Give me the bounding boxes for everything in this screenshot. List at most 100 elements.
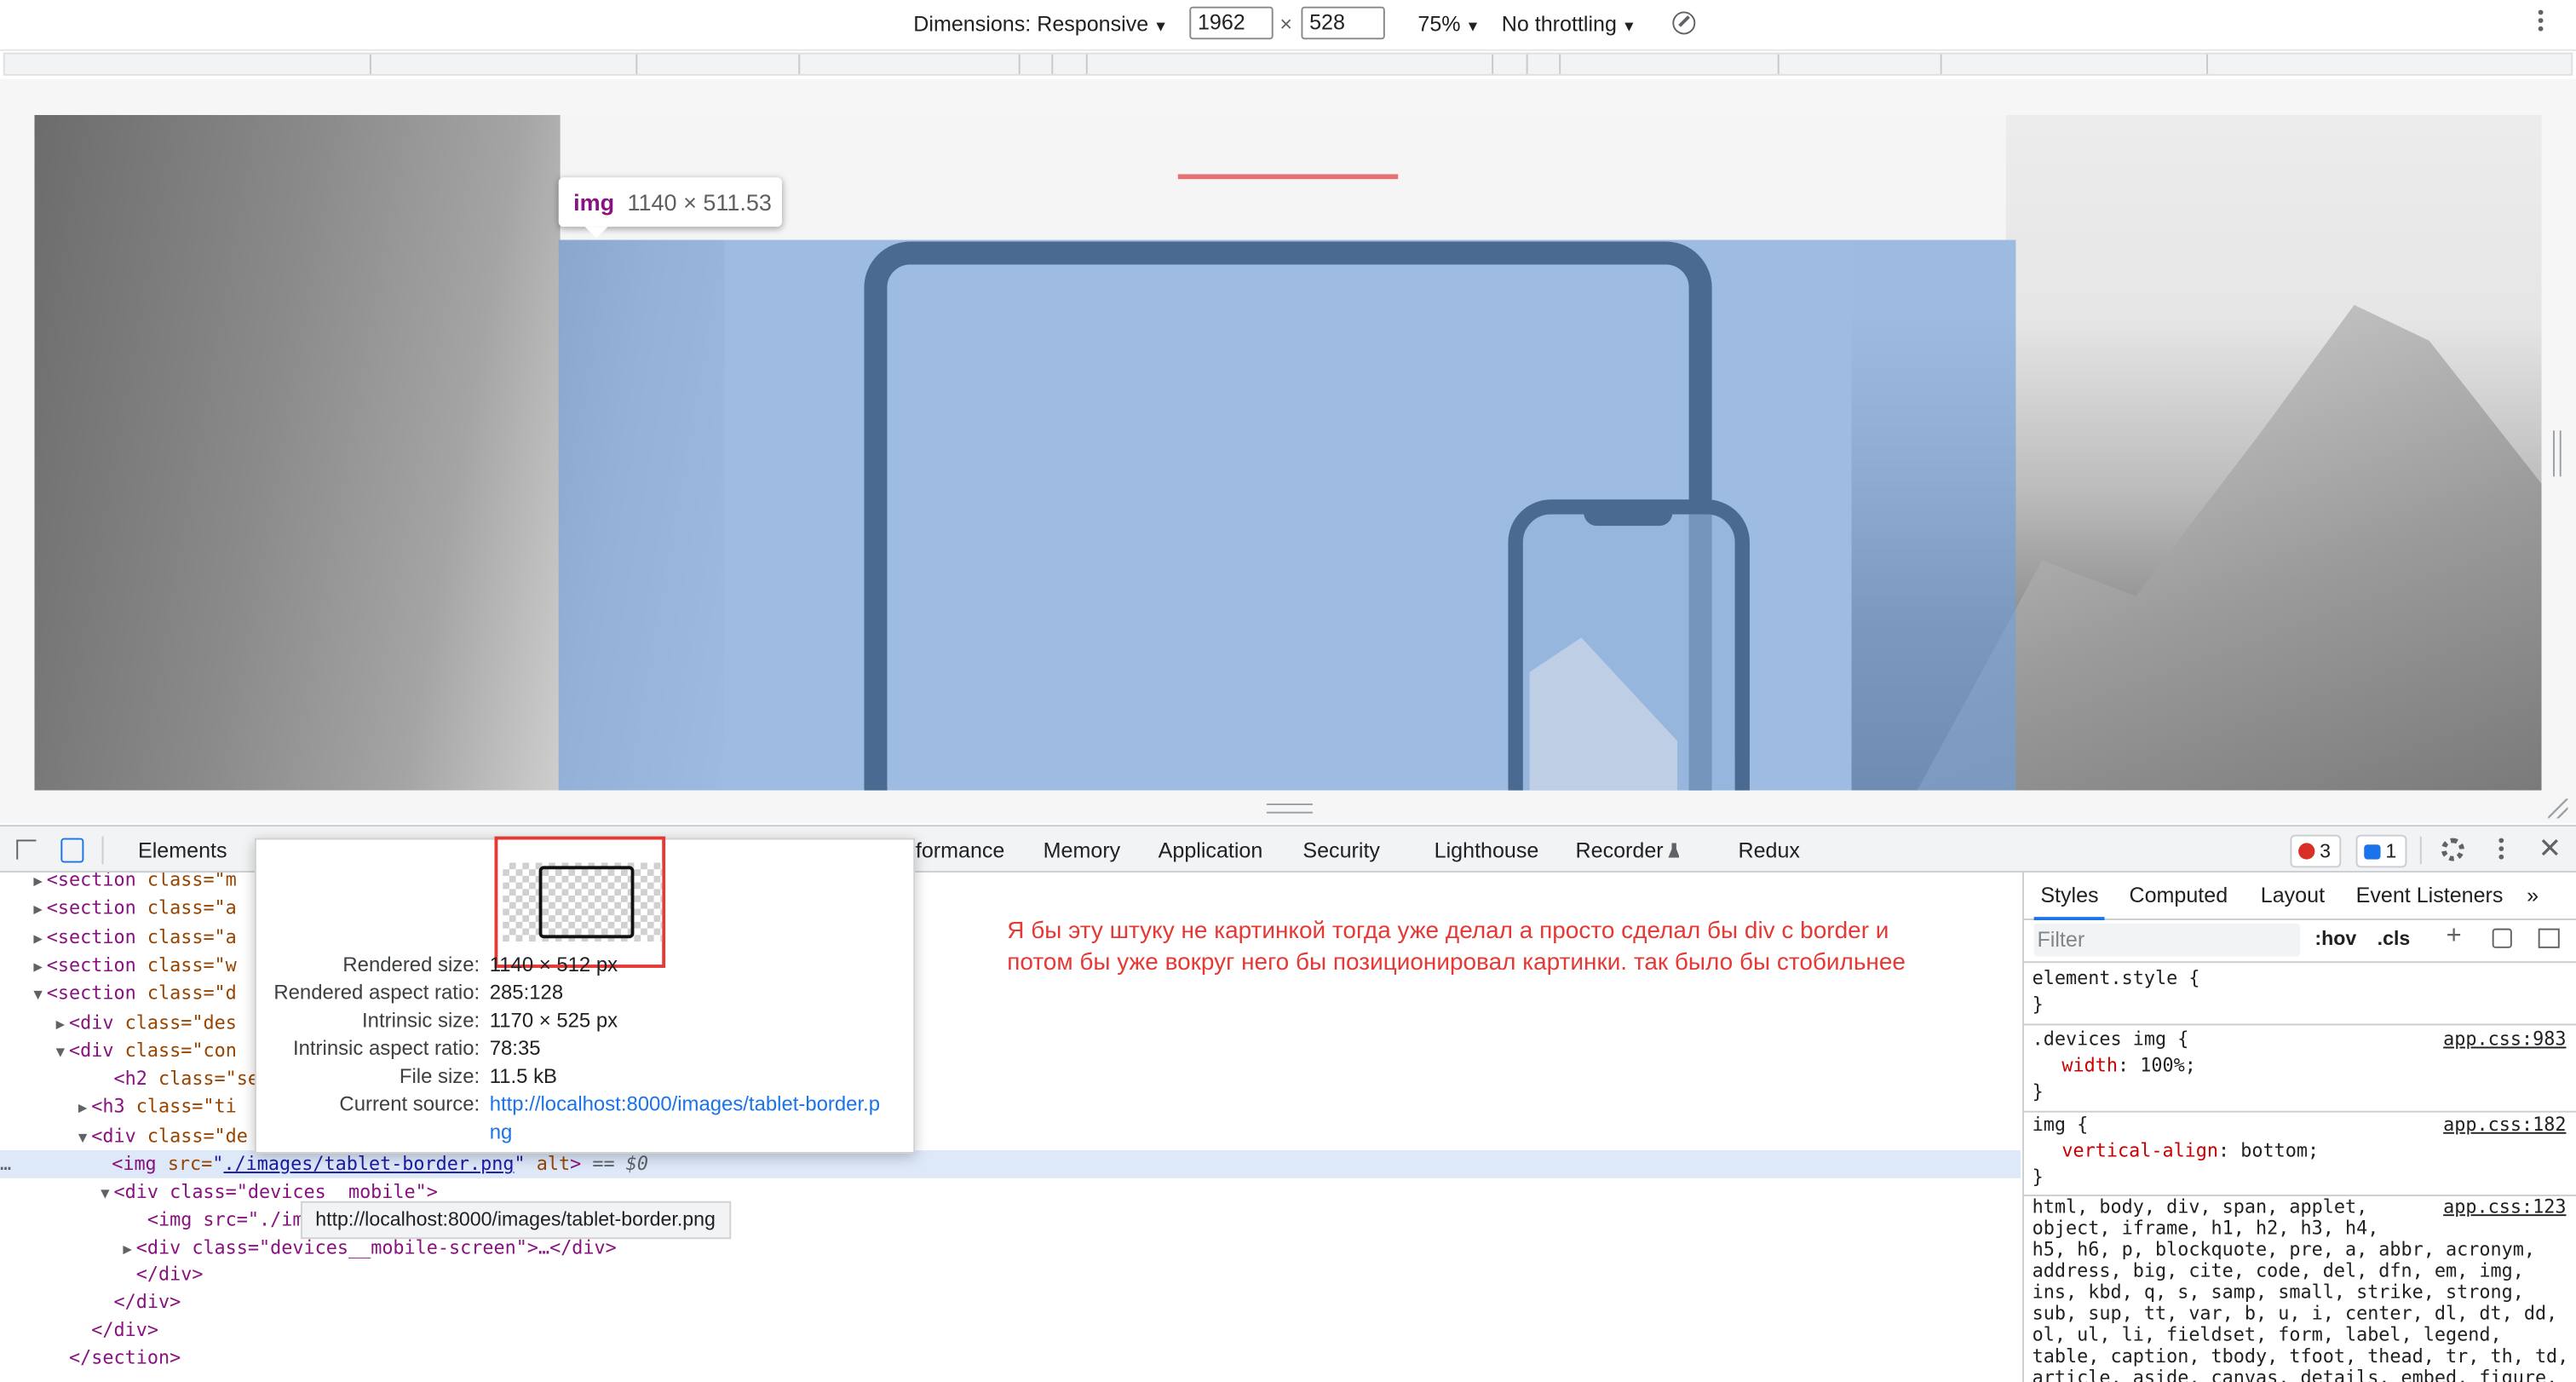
device-toolbar: Dimensions: Responsive ▼ 1962 × 528 75% ▼ … xyxy=(0,0,2576,51)
error-badge[interactable]: 3 xyxy=(2290,834,2341,868)
tab-recorder[interactable]: Recorder xyxy=(1576,838,1680,863)
rule-source-link[interactable]: app.css:123 xyxy=(2443,1196,2566,1218)
element-tooltip: img 1140 × 511.53 xyxy=(558,177,783,239)
rotate-icon[interactable] xyxy=(1672,11,1696,35)
expand-triangle-icon: ▶ xyxy=(33,902,43,919)
tab-event-listeners[interactable]: Event Listeners xyxy=(2356,883,2504,907)
expand-triangle-icon: ▶ xyxy=(33,930,43,948)
viewport-resize-handle[interactable] xyxy=(1266,803,1313,814)
new-rule-icon[interactable]: + xyxy=(2447,922,2462,952)
tab-layout[interactable]: Layout xyxy=(2261,883,2325,907)
tooltip-tag: img xyxy=(573,188,615,216)
chevron-more-icon[interactable]: » xyxy=(2527,883,2539,907)
dimensions-label: Dimensions: Responsive xyxy=(913,11,1149,37)
tab-application[interactable]: Application xyxy=(1159,838,1263,863)
rule-property[interactable]: width xyxy=(2061,1055,2118,1076)
rule-reset[interactable]: app.css:123 html, body, div, span, apple… xyxy=(2032,1196,2569,1382)
more-options-icon[interactable] xyxy=(2538,9,2545,35)
image-preview-popover: Rendered size: 1140 × 512 px Rendered aspe… xyxy=(254,836,916,1154)
throttling-label: No throttling xyxy=(1501,11,1617,37)
more-options-icon[interactable] xyxy=(2498,838,2505,863)
current-source-link[interactable]: http://localhost:8000/images/tablet-bord… xyxy=(490,1091,880,1148)
image-info-row: File size: 11.5 kB xyxy=(256,1063,913,1091)
device-toolbar-icon[interactable] xyxy=(60,838,84,863)
src-url-tooltip: http://localhost:8000/images/tablet-bord… xyxy=(300,1201,731,1240)
gear-icon[interactable] xyxy=(2441,838,2464,861)
dom-node-line[interactable]: </section> xyxy=(0,1344,2021,1372)
page-viewport[interactable] xyxy=(34,115,2542,791)
height-input[interactable]: 528 xyxy=(1301,6,1385,40)
chevron-down-icon: ▼ xyxy=(1465,18,1481,35)
ellipsis-icon: … xyxy=(0,1153,12,1175)
message-icon xyxy=(2364,844,2381,860)
tab-lighthouse[interactable]: Lighthouse xyxy=(1435,838,1539,863)
width-input[interactable]: 1962 xyxy=(1189,6,1274,40)
rule-img[interactable]: img { app.css:182 vertical-align: bottom… xyxy=(2033,1113,2567,1192)
tab-performance[interactable]: rformance xyxy=(909,838,1005,863)
reset-selector-list: html, body, div, span, applet, object, i… xyxy=(2032,1196,2569,1382)
tab-memory[interactable]: Memory xyxy=(1044,838,1121,863)
phone-notch xyxy=(1584,510,1673,527)
info-value: 1140 × 512 px xyxy=(489,953,618,976)
dimensions-dropdown[interactable]: Dimensions: Responsive ▼ xyxy=(913,12,1168,37)
element-style-selector: element.style { xyxy=(2032,967,2200,990)
tab-computed[interactable]: Computed xyxy=(2129,883,2228,907)
annotation-comment: Я бы эту штуку не картинкой тогда уже де… xyxy=(1007,918,1906,976)
info-label: File size: xyxy=(399,1064,480,1088)
info-label: Rendered aspect ratio: xyxy=(273,981,480,1005)
image-info-row: Rendered aspect ratio: 285:128 xyxy=(256,979,913,1007)
expand-triangle-icon: ▼ xyxy=(55,1045,66,1062)
times-sign: × xyxy=(1279,11,1293,37)
zoom-dropdown[interactable]: 75% ▼ xyxy=(1417,12,1480,37)
dom-node-line[interactable]: </div> xyxy=(0,1261,2021,1289)
hov-toggle[interactable]: :hov xyxy=(2314,927,2356,950)
tablet-outline-thumbnail xyxy=(538,866,635,939)
message-badge[interactable]: 1 xyxy=(2355,834,2406,868)
styles-filter-input[interactable]: Filter xyxy=(2033,923,2301,957)
rule-property[interactable]: vertical-align xyxy=(2061,1140,2218,1161)
info-label: Current source: xyxy=(339,1092,480,1116)
dom-node-line[interactable]: </div> xyxy=(0,1316,2021,1344)
paint-icon[interactable] xyxy=(2492,928,2512,948)
rule-element-style[interactable]: element.style { } xyxy=(2033,966,2567,1019)
expand-triangle-icon: ▶ xyxy=(33,874,43,891)
viewport-side-handle[interactable] xyxy=(2553,430,2562,477)
phone-screen-image xyxy=(1529,637,1678,791)
throttling-dropdown[interactable]: No throttling ▼ xyxy=(1502,12,1636,37)
rule-value[interactable]: : bottom; xyxy=(2218,1140,2319,1161)
tab-security[interactable]: Security xyxy=(1302,838,1380,863)
tab-redux[interactable]: Redux xyxy=(1738,838,1799,863)
close-brace: } xyxy=(2032,1166,2044,1189)
rule-devices-img[interactable]: .devices img { app.css:983 width: 100%; … xyxy=(2033,1027,2567,1106)
tab-elements[interactable]: Elements xyxy=(128,838,238,876)
expand-triangle-icon: ▼ xyxy=(78,1130,88,1147)
inspect-element-icon[interactable] xyxy=(16,839,37,860)
image-info-row: Intrinsic size: 1170 × 525 px xyxy=(256,1007,913,1035)
flask-icon xyxy=(1668,843,1680,858)
chevron-down-icon: ▼ xyxy=(1621,18,1636,35)
error-icon xyxy=(2298,843,2315,860)
tab-styles[interactable]: Styles xyxy=(2033,883,2107,921)
rule-source-link[interactable]: app.css:983 xyxy=(2443,1027,2566,1053)
close-icon[interactable]: ✕ xyxy=(2539,833,2562,867)
info-value: 11.5 kB xyxy=(489,1064,558,1088)
phone-mockup xyxy=(1508,499,1750,791)
info-value: 1170 × 525 px xyxy=(489,1009,618,1033)
dom-node-line[interactable]: </div> xyxy=(0,1288,2021,1316)
close-brace: } xyxy=(2032,1081,2044,1103)
rule-value[interactable]: : 100%; xyxy=(2118,1055,2196,1076)
error-count: 3 xyxy=(2320,839,2332,863)
sidebar-toggle-icon[interactable] xyxy=(2538,928,2560,948)
resize-corner-icon[interactable] xyxy=(2548,798,2568,819)
tab-recorder-label: Recorder xyxy=(1575,838,1664,863)
dom-node-selected[interactable]: … <img src="./images/tablet-border.png" … xyxy=(0,1150,2021,1178)
image-info-row: Intrinsic aspect ratio: 78:35 xyxy=(256,1035,913,1063)
accent-line xyxy=(1177,174,1399,180)
info-label: Intrinsic aspect ratio: xyxy=(292,1036,480,1060)
message-count: 1 xyxy=(2385,839,2397,863)
info-value: 285:128 xyxy=(489,981,564,1005)
info-label: Intrinsic size: xyxy=(362,1009,480,1033)
cls-toggle[interactable]: .cls xyxy=(2378,927,2411,950)
rule-source-link[interactable]: app.css:182 xyxy=(2443,1113,2566,1139)
media-query-ruler[interactable] xyxy=(3,52,2573,76)
